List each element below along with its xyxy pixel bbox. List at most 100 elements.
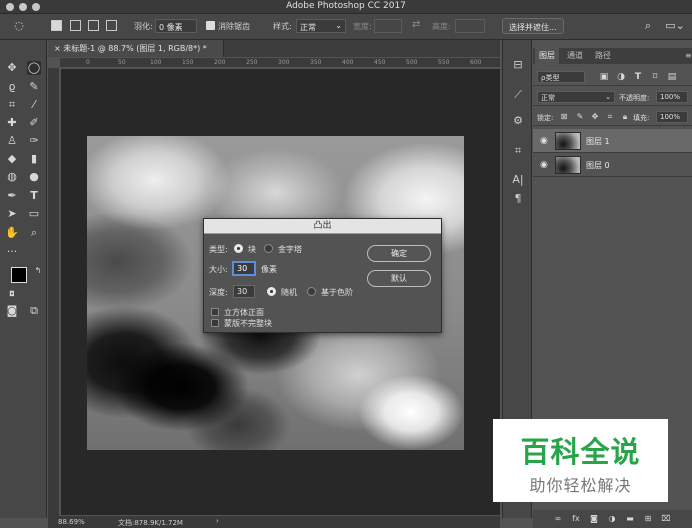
layer-row[interactable]: ◉ 图层 1 xyxy=(533,129,692,153)
history-brush-icon[interactable]: ✑ xyxy=(27,134,41,148)
layer-style-icon[interactable]: fx xyxy=(569,512,583,526)
more-tools-icon[interactable]: ··· xyxy=(5,245,19,259)
lasso-tool-icon[interactable]: ϱ xyxy=(5,80,19,94)
height-input[interactable] xyxy=(455,19,485,33)
type-block-radio[interactable] xyxy=(234,244,243,253)
actions-panel-icon[interactable]: ⚙ xyxy=(511,114,525,128)
ok-button[interactable]: 确定 xyxy=(367,245,431,262)
brush-tool-icon[interactable]: ✐ xyxy=(27,116,41,130)
visibility-eye-icon[interactable]: ◉ xyxy=(540,136,548,146)
layer-row[interactable]: ◉ 图层 0 xyxy=(533,153,692,177)
workspace-icon[interactable]: ▭⌄ xyxy=(665,19,685,33)
link-layers-icon[interactable]: ∞ xyxy=(551,512,565,526)
path-select-icon[interactable]: ➤ xyxy=(5,207,19,221)
fill-input[interactable]: 100% xyxy=(656,111,688,123)
type-label: 类型: xyxy=(209,245,228,254)
filter-pixel-icon[interactable]: ▣ xyxy=(597,70,611,84)
select-mask-button[interactable]: 选择并遮住... xyxy=(502,18,564,34)
antialias-label: 消除锯齿 xyxy=(218,22,250,31)
layers-bottom-bar: ∞ fx ◙ ◑ ▬ ⊞ ⌧ xyxy=(533,510,692,528)
delete-layer-icon[interactable]: ⌧ xyxy=(659,512,673,526)
eyedropper-tool-icon[interactable]: ⁄ xyxy=(27,98,41,112)
filter-type-icon[interactable]: T xyxy=(631,70,645,84)
default-colors-icon[interactable]: ◘ xyxy=(5,287,19,301)
hand-tool-icon[interactable]: ✋ xyxy=(5,226,19,240)
crop-tool-icon[interactable]: ⌗ xyxy=(5,98,19,112)
crop-panel-icon[interactable]: ⌗ xyxy=(511,144,525,158)
opacity-input[interactable]: 100% xyxy=(656,91,688,103)
new-layer-icon[interactable]: ⊞ xyxy=(641,512,655,526)
depth-random-radio[interactable] xyxy=(267,287,276,296)
clone-stamp-icon[interactable]: ♙ xyxy=(5,134,19,148)
screen-mode-icon[interactable]: ⧉ xyxy=(27,304,41,318)
history-panel-icon[interactable]: ⊟ xyxy=(511,58,525,72)
brush-settings-icon[interactable]: ⟋ xyxy=(511,88,525,102)
healing-brush-icon[interactable]: ✚ xyxy=(5,116,19,130)
tab-channels[interactable]: 通道 xyxy=(563,48,587,64)
move-tool-icon[interactable]: ✥ xyxy=(5,61,19,75)
depth-input[interactable]: 30 xyxy=(233,285,255,298)
style-select[interactable]: 正常 ⌄ xyxy=(296,19,346,33)
blend-mode-select[interactable]: 正常 ⌄ xyxy=(537,91,615,103)
ruler-tick-label: 50 xyxy=(118,59,126,66)
marquee-preset-icon[interactable]: ◌ ⌄ xyxy=(10,19,28,46)
layer-filter-select[interactable]: ρ类型 xyxy=(537,71,585,83)
swap-icon[interactable]: ⇄ xyxy=(412,19,420,30)
height-label: 高度: xyxy=(432,22,451,31)
pen-tool-icon[interactable]: ✒ xyxy=(5,189,19,203)
vertical-ruler xyxy=(48,68,60,516)
width-input[interactable] xyxy=(374,19,402,33)
lock-row: 锁定: ⊠ ✎ ✥ ⌗ 🔒︎ 填充: 100% xyxy=(533,108,692,126)
visibility-eye-icon[interactable]: ◉ xyxy=(540,160,548,170)
rectangle-tool-icon[interactable]: ▭ xyxy=(27,207,41,221)
ruler-tick-label: 400 xyxy=(342,59,354,66)
swap-colors-icon[interactable]: ↰ xyxy=(31,264,45,278)
paragraph-panel-icon[interactable]: ¶ xyxy=(511,192,525,206)
search-icon[interactable]: ⌕ xyxy=(641,19,655,33)
default-button[interactable]: 默认 xyxy=(367,270,431,287)
add-selection-icon[interactable] xyxy=(70,20,81,31)
type-pyramid-radio[interactable] xyxy=(264,244,273,253)
dodge-tool-icon[interactable]: ● xyxy=(27,170,41,184)
filter-smart-object-icon[interactable]: ▤ xyxy=(665,70,679,84)
adjustment-layer-icon[interactable]: ◑ xyxy=(605,512,619,526)
document-tab[interactable]: × 未标题-1 @ 88.7% (图层 1, RGB/8*) * xyxy=(48,40,224,57)
antialias-checkbox[interactable] xyxy=(206,21,215,30)
panel-menu-icon[interactable]: ≡ xyxy=(681,48,692,64)
gradient-tool-icon[interactable]: ▮ xyxy=(27,152,41,166)
depth-level-radio[interactable] xyxy=(307,287,316,296)
foreground-color-swatch[interactable] xyxy=(11,267,27,283)
type-tool-icon[interactable]: T xyxy=(27,189,41,203)
subtract-selection-icon[interactable] xyxy=(88,20,99,31)
tab-paths[interactable]: 路径 xyxy=(591,48,615,64)
quick-select-tool-icon[interactable]: ✎ xyxy=(27,80,41,94)
feather-input[interactable]: 0 像素 xyxy=(155,19,197,33)
add-mask-icon[interactable]: ◙ xyxy=(587,512,601,526)
lock-label: 锁定: xyxy=(537,114,554,122)
tab-layers[interactable]: 图层 xyxy=(535,48,559,64)
filter-adjustment-icon[interactable]: ◑ xyxy=(614,70,628,84)
mask-incomplete-checkbox[interactable] xyxy=(211,319,219,327)
character-panel-icon[interactable]: A| xyxy=(511,173,525,187)
blur-tool-icon[interactable]: ◍ xyxy=(5,170,19,184)
lock-artboard-icon[interactable]: ⌗ xyxy=(603,110,617,124)
filter-shape-icon[interactable]: ⌑ xyxy=(648,70,662,84)
new-group-icon[interactable]: ▬ xyxy=(623,512,637,526)
solid-front-faces-checkbox[interactable] xyxy=(211,308,219,316)
status-menu-icon[interactable]: › xyxy=(216,517,219,525)
ruler-tick-label: 250 xyxy=(246,59,258,66)
zoom-level[interactable]: 88.69% xyxy=(58,518,85,526)
lock-transparent-icon[interactable]: ⊠ xyxy=(557,110,571,124)
intersect-selection-icon[interactable] xyxy=(106,20,117,31)
marquee-tool-icon[interactable]: ◯ xyxy=(27,61,41,75)
new-selection-icon[interactable] xyxy=(51,20,62,31)
style-value: 正常 xyxy=(300,23,316,32)
eraser-tool-icon[interactable]: ◆ xyxy=(5,152,19,166)
size-input[interactable]: 30 xyxy=(233,262,255,275)
zoom-tool-icon[interactable]: ⌕ xyxy=(27,226,41,240)
close-tab-icon[interactable]: × xyxy=(54,44,63,53)
lock-all-icon[interactable]: 🔒︎ xyxy=(618,110,632,124)
lock-position-icon[interactable]: ✥ xyxy=(588,110,602,124)
lock-image-icon[interactable]: ✎ xyxy=(573,110,587,124)
quick-mask-icon[interactable]: ◙ xyxy=(5,304,19,318)
